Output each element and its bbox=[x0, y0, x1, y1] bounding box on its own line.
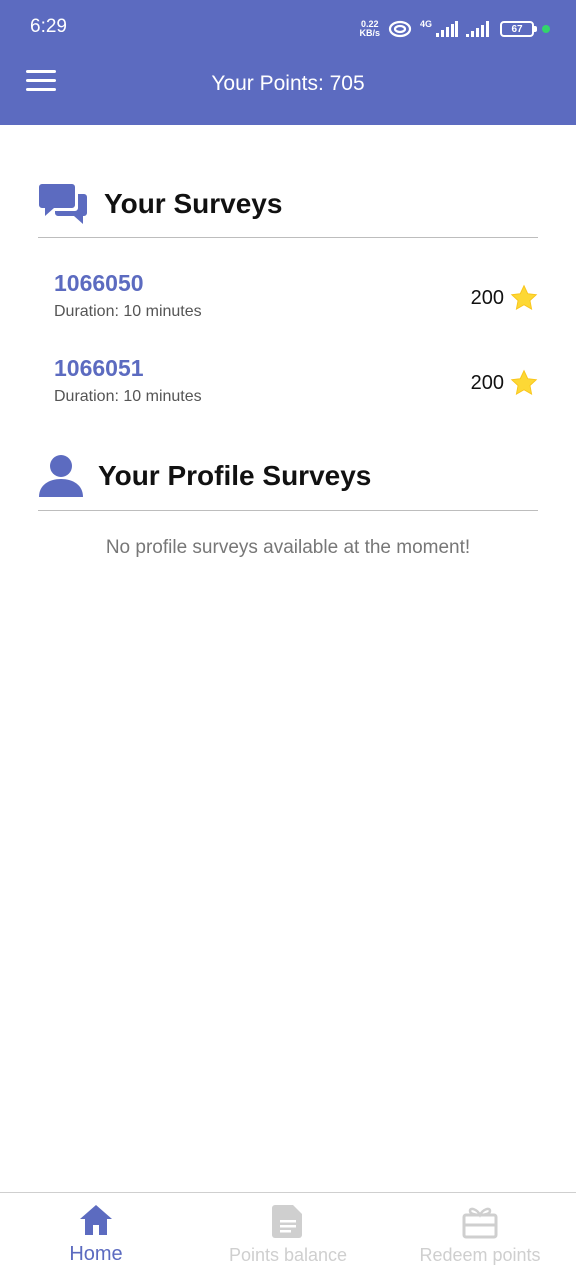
privacy-indicator-dot bbox=[542, 25, 550, 33]
chat-bubbles-icon bbox=[39, 183, 87, 224]
nav-home-label: Home bbox=[69, 1243, 123, 1265]
survey-duration: Duration: 10 minutes bbox=[54, 388, 202, 405]
survey-points-value: 200 bbox=[470, 286, 504, 309]
survey-id: 1066050 bbox=[54, 270, 144, 296]
surveys-section-title: Your Surveys bbox=[104, 187, 283, 219]
empty-profile-surveys-message: No profile surveys available at the mome… bbox=[105, 537, 471, 558]
survey-id: 1066051 bbox=[54, 355, 144, 381]
profile-section-title: Your Profile Surveys bbox=[98, 460, 372, 491]
star-icon bbox=[510, 284, 538, 310]
home-icon bbox=[80, 1205, 112, 1235]
status-time: 6:29 bbox=[30, 16, 67, 37]
star-icon bbox=[510, 369, 538, 395]
battery-icon: 67 bbox=[500, 21, 537, 37]
nav-home[interactable]: Home bbox=[0, 1193, 192, 1280]
signal-strength-icon bbox=[436, 21, 458, 37]
signal-strength-2-icon bbox=[466, 21, 489, 37]
nav-redeem-points-label: Redeem points bbox=[419, 1245, 541, 1265]
profile-section-header: Your Profile Surveys bbox=[38, 442, 538, 511]
net-speed-unit: KB/s bbox=[359, 28, 380, 38]
status-icons: 0.22 KB/s 4G 67 bbox=[359, 16, 550, 42]
survey-points: 200 bbox=[471, 284, 538, 312]
survey-item[interactable]: 1066051 Duration: 10 minutes 200 bbox=[54, 355, 538, 427]
surveys-section-header: Your Surveys bbox=[38, 170, 538, 238]
battery-level: 67 bbox=[511, 23, 523, 35]
document-icon bbox=[272, 1205, 302, 1238]
app-bar: 6:29 0.22 KB/s 4G 67 Your Points: 705 bbox=[0, 0, 576, 125]
link-icon bbox=[388, 20, 412, 38]
survey-points-value: 200 bbox=[470, 371, 504, 394]
survey-item[interactable]: 1066050 Duration: 10 minutes 200 bbox=[54, 270, 538, 342]
nav-points-balance[interactable]: Points balance bbox=[192, 1193, 384, 1280]
nav-points-balance-label: Points balance bbox=[228, 1245, 348, 1265]
nav-redeem-points[interactable]: Redeem points bbox=[384, 1193, 576, 1280]
net-speed: 0.22 KB/s bbox=[359, 20, 380, 38]
person-icon bbox=[39, 455, 83, 497]
network-type: 4G bbox=[419, 19, 432, 29]
survey-points: 200 bbox=[471, 369, 538, 397]
points-title: Your Points: 705 bbox=[211, 72, 365, 95]
bottom-navigation: Home Points balance Redeem points bbox=[0, 1192, 576, 1280]
gift-icon bbox=[462, 1207, 498, 1239]
survey-duration: Duration: 10 minutes bbox=[54, 303, 202, 320]
